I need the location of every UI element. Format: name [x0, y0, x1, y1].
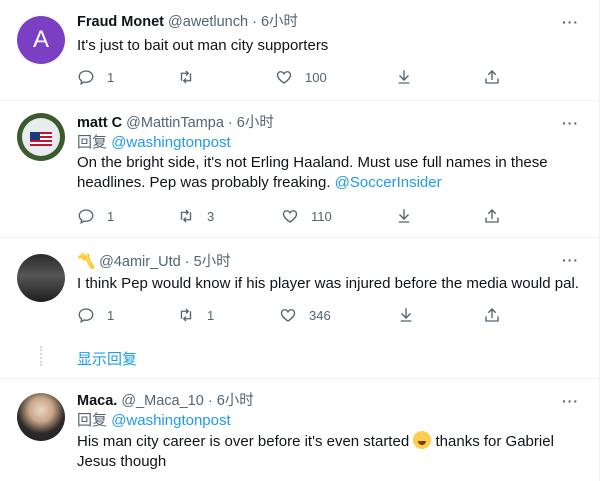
download-icon [400, 308, 412, 322]
reply-feed: A Fraud Monet @awetlunch · 6小时 It's just… [0, 0, 600, 481]
separator-dot: · [227, 115, 233, 131]
reply-icon [78, 70, 94, 86]
show-replies-link[interactable]: 显示回复 [77, 348, 137, 369]
thread-connector [40, 346, 44, 366]
download-icon [398, 70, 410, 84]
tweet-actions: 1 1 346 [77, 306, 507, 326]
reply-prefix: 回复 [77, 134, 108, 151]
tweet-header: matt C @MattinTampa · 6小时 [77, 113, 583, 133]
download-icon [398, 209, 410, 223]
reply-count: 1 [107, 69, 115, 85]
display-name[interactable]: Fraud Monet [77, 14, 164, 30]
tweet-actions: 1 100 [77, 68, 507, 88]
reply-button[interactable]: 1 [77, 68, 114, 86]
share-icon [485, 308, 499, 322]
mention-link[interactable]: @SoccerInsider [335, 174, 442, 191]
share-button[interactable] [483, 207, 501, 225]
display-name[interactable]: matt C [77, 115, 122, 131]
reply-to-link[interactable]: @washingtonpost [111, 412, 230, 429]
tweet-header: 〽️ @4amir_Utd · 5小时 [77, 252, 583, 272]
retweet-icon [180, 308, 192, 322]
like-button[interactable]: 100 [275, 68, 327, 86]
like-icon [280, 309, 296, 322]
retweet-button[interactable] [177, 68, 207, 86]
like-count: 346 [309, 307, 331, 323]
replying-to: 回复 @washingtonpost [77, 133, 583, 153]
reply-button[interactable]: 1 [77, 207, 114, 225]
like-icon [282, 210, 298, 223]
tweet-text: I think Pep would know if his player was… [77, 275, 579, 292]
usa-flag-icon [22, 118, 60, 156]
tweet-body: On the bright side, it's not Erling Haal… [77, 154, 548, 191]
reply-icon [78, 308, 94, 324]
user-handle[interactable]: @awetlunch [168, 14, 248, 30]
more-icon[interactable]: ··· [562, 252, 579, 268]
like-icon [276, 71, 292, 84]
crying-face-emoji [413, 431, 432, 449]
reply-button[interactable]: 1 [77, 306, 114, 324]
separator-dot: · [184, 254, 190, 270]
download-button[interactable] [395, 207, 413, 225]
tweet-header: Fraud Monet @awetlunch · 6小时 [77, 12, 583, 32]
more-icon[interactable]: ··· [562, 393, 579, 409]
tweet[interactable]: 〽️ @4amir_Utd · 5小时 I think Pep would kn… [0, 238, 599, 378]
retweet-button[interactable]: 3 [177, 207, 214, 225]
tweet-body-part-1: His man city career is over before it's … [77, 433, 410, 450]
timestamp[interactable]: 6小时 [217, 393, 254, 409]
share-button[interactable] [483, 306, 501, 324]
download-button[interactable] [397, 306, 415, 324]
share-button[interactable] [483, 68, 501, 86]
tweet-header: Maca. @_Maca_10 · 6小时 [77, 391, 583, 411]
avatar[interactable] [17, 254, 65, 302]
timestamp[interactable]: 6小时 [237, 115, 274, 131]
tweet-text: His man city career is over before it's … [77, 431, 583, 472]
more-icon[interactable]: ··· [562, 115, 579, 131]
tweet[interactable]: A Fraud Monet @awetlunch · 6小时 It's just… [0, 0, 599, 101]
reply-count: 1 [107, 208, 115, 224]
retweet-button[interactable]: 1 [177, 306, 214, 324]
download-button[interactable] [395, 68, 413, 86]
timestamp[interactable]: 6小时 [261, 14, 298, 30]
avatar[interactable] [17, 113, 65, 161]
tweet[interactable]: Maca. @_Maca_10 · 6小时 回复 @washingtonpost… [0, 379, 599, 481]
retweet-icon [180, 70, 192, 84]
like-count: 100 [305, 69, 327, 85]
user-handle[interactable]: @4amir_Utd [99, 254, 181, 270]
retweet-icon [180, 209, 192, 223]
share-icon [485, 209, 499, 223]
more-icon[interactable]: ··· [562, 14, 579, 30]
display-name-emoji[interactable]: 〽️ [77, 254, 95, 270]
reply-count: 1 [107, 307, 115, 323]
separator-dot: · [252, 14, 257, 30]
timestamp[interactable]: 5小时 [194, 254, 231, 270]
separator-dot: · [207, 393, 213, 409]
avatar[interactable]: A [17, 16, 65, 64]
tweet-text: It's just to bait out man city supporter… [77, 37, 329, 54]
reply-icon [78, 209, 94, 225]
avatar[interactable] [17, 393, 65, 441]
tweet-text: On the bright side, it's not Erling Haal… [77, 153, 583, 193]
like-button[interactable]: 110 [281, 207, 332, 225]
retweet-count: 1 [207, 307, 215, 323]
user-handle[interactable]: @_Maca_10 [121, 393, 203, 409]
reply-to-link[interactable]: @washingtonpost [111, 134, 230, 151]
user-handle[interactable]: @MattinTampa [126, 115, 224, 131]
retweet-count: 3 [207, 208, 215, 224]
reply-prefix: 回复 [77, 412, 108, 429]
replying-to: 回复 @washingtonpost [77, 411, 583, 431]
share-icon [485, 70, 499, 84]
tweet-actions: 1 3 110 [77, 207, 507, 227]
like-button[interactable]: 346 [279, 306, 331, 324]
tweet[interactable]: matt C @MattinTampa · 6小时 回复 @washington… [0, 101, 599, 238]
avatar-letter: A [32, 26, 49, 53]
like-count: 110 [311, 208, 332, 224]
display-name[interactable]: Maca. [77, 393, 117, 409]
